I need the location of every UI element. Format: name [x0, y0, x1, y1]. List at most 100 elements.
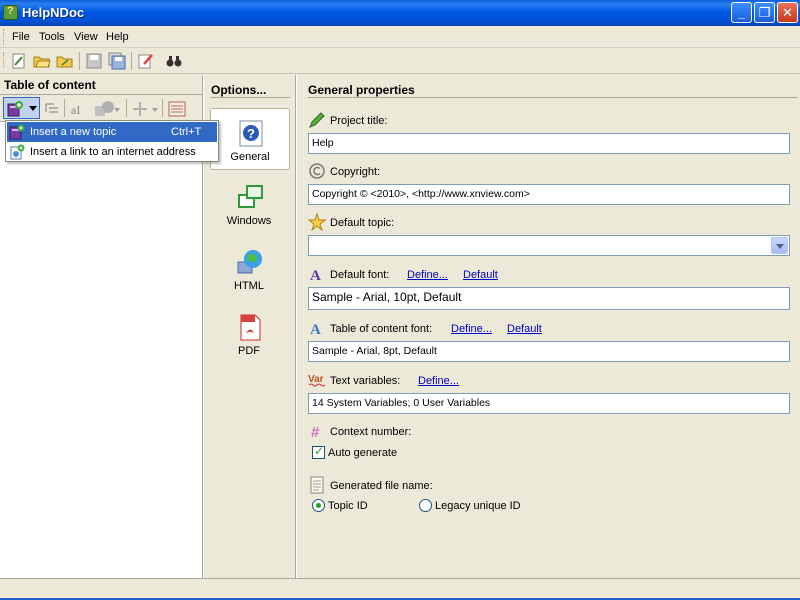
save-icon[interactable] — [85, 52, 103, 70]
svg-text:Var: Var — [308, 374, 324, 385]
svg-text:A: A — [310, 268, 321, 283]
main-toolbar — [0, 48, 800, 74]
outline-icon[interactable] — [44, 101, 60, 117]
title-bar[interactable]: HelpNDoc _ ❐ ✕ — [0, 0, 800, 26]
copyright-field[interactable]: Copyright © <2010>, <http://www.xnview.c… — [308, 184, 790, 205]
menu-insert-link[interactable]: Insert a link to an internet address — [7, 142, 217, 162]
window-title: HelpNDoc — [22, 5, 85, 20]
windows-icon — [238, 185, 263, 208]
properties-header: General properties — [308, 83, 415, 97]
toc-toolbar: aI — [0, 95, 203, 121]
option-pdf-label: PDF — [238, 345, 260, 357]
option-windows-label: Windows — [226, 215, 272, 227]
web-link-icon — [10, 144, 25, 160]
toc-header: Table of content — [4, 78, 96, 92]
default-topic-label: Default topic: — [330, 217, 395, 229]
context-number-label: Context number: — [330, 426, 412, 438]
add-topic-button[interactable] — [3, 97, 40, 119]
status-bar — [0, 578, 800, 600]
menu-insert-topic-label: Insert a new topic — [30, 126, 117, 138]
toolbar-grip — [3, 52, 6, 68]
pencil-icon — [309, 112, 325, 128]
toc-font-field[interactable]: Sample - Arial, 8pt, Default — [308, 341, 790, 362]
chevron-down-icon[interactable] — [771, 237, 788, 254]
radio-legacy-unique-id[interactable] — [419, 499, 432, 512]
variable-icon: Var — [308, 374, 326, 387]
default-font-default-link[interactable]: Default — [463, 269, 498, 281]
text-variables-define-link[interactable]: Define... — [418, 375, 459, 387]
default-font-define-link[interactable]: Define... — [407, 269, 448, 281]
globe-icon — [237, 250, 262, 274]
move-icon[interactable] — [132, 100, 160, 118]
menu-bar: File Tools View Help — [0, 26, 800, 48]
auto-generate-label[interactable]: Auto generate — [328, 447, 397, 459]
app-icon — [3, 5, 18, 20]
copyright-icon — [309, 163, 325, 179]
option-pdf[interactable]: PDF — [210, 303, 290, 365]
general-properties-panel: General properties Project title: Help C… — [298, 75, 800, 578]
svg-text:?: ? — [247, 126, 255, 141]
menu-view[interactable]: View — [74, 31, 98, 43]
find-icon[interactable] — [165, 52, 183, 70]
new-project-icon[interactable] — [10, 52, 28, 70]
help-question-icon: ? — [239, 120, 263, 147]
toc-font-default-link[interactable]: Default — [507, 323, 542, 335]
pdf-icon — [240, 314, 261, 341]
menu-tools[interactable]: Tools — [39, 31, 65, 43]
minimize-icon: _ — [737, 5, 746, 20]
menu-grip — [3, 29, 6, 45]
open-folder-icon[interactable] — [56, 52, 74, 70]
default-font-field[interactable]: Sample - Arial, 10pt, Default — [308, 287, 790, 310]
book-icon — [9, 124, 25, 140]
toc-font-define-link[interactable]: Define... — [451, 323, 492, 335]
option-html-label: HTML — [234, 280, 264, 292]
maximize-icon: ❐ — [758, 5, 771, 20]
menu-insert-link-label: Insert a link to an internet address — [30, 146, 196, 158]
auto-generate-checkbox[interactable] — [312, 444, 325, 459]
font-icon: A — [310, 268, 321, 283]
toc-separator — [64, 99, 65, 117]
radio-topic-id-label[interactable]: Topic ID — [328, 500, 368, 512]
shape-icon[interactable] — [94, 100, 122, 118]
option-html[interactable]: HTML — [210, 238, 290, 300]
star-icon — [308, 213, 326, 231]
options-header: Options... — [211, 83, 267, 97]
splitter-right[interactable] — [295, 75, 297, 578]
options-header-line — [210, 97, 290, 98]
rename-icon[interactable]: aI — [70, 101, 88, 117]
open-project-icon[interactable] — [33, 52, 51, 70]
menu-insert-topic[interactable]: Insert a new topic Ctrl+T — [7, 122, 217, 142]
project-title-field[interactable]: Help — [308, 133, 790, 154]
close-button[interactable]: ✕ — [777, 2, 798, 23]
properties-header-line — [308, 97, 798, 98]
toc-separator — [162, 99, 163, 117]
option-windows[interactable]: Windows — [210, 173, 290, 235]
document-icon — [310, 476, 324, 494]
maximize-button[interactable]: ❐ — [754, 2, 775, 23]
save-all-icon[interactable] — [108, 52, 126, 70]
text-variables-field[interactable]: 14 System Variables; 0 User Variables — [308, 393, 790, 414]
svg-text:#: # — [311, 424, 320, 440]
menu-insert-topic-shortcut: Ctrl+T — [171, 126, 202, 138]
toc-separator — [126, 99, 127, 117]
default-font-label: Default font: — [330, 269, 390, 281]
menu-help[interactable]: Help — [106, 31, 129, 43]
dropdown-arrow-icon — [29, 106, 37, 111]
edit-icon[interactable] — [137, 52, 155, 70]
svg-text:A: A — [310, 322, 321, 337]
radio-legacy-unique-id-label[interactable]: Legacy unique ID — [435, 500, 521, 512]
radio-topic-id[interactable] — [312, 499, 325, 512]
minimize-button[interactable]: _ — [731, 2, 752, 23]
add-topic-icon — [7, 101, 23, 117]
option-general[interactable]: ? General — [210, 108, 290, 170]
close-icon: ✕ — [782, 5, 793, 20]
svg-text:aI: aI — [71, 103, 80, 117]
toc-tree[interactable] — [0, 121, 203, 578]
list-icon[interactable] — [168, 100, 186, 118]
insert-dropdown-menu: Insert a new topic Ctrl+T Insert a link … — [5, 120, 219, 162]
toolbar-separator — [131, 52, 132, 70]
toc-font-label: Table of content font: — [330, 323, 433, 335]
default-topic-select[interactable] — [308, 235, 790, 256]
menu-file[interactable]: File — [12, 31, 30, 43]
toolbar-separator — [79, 52, 80, 70]
